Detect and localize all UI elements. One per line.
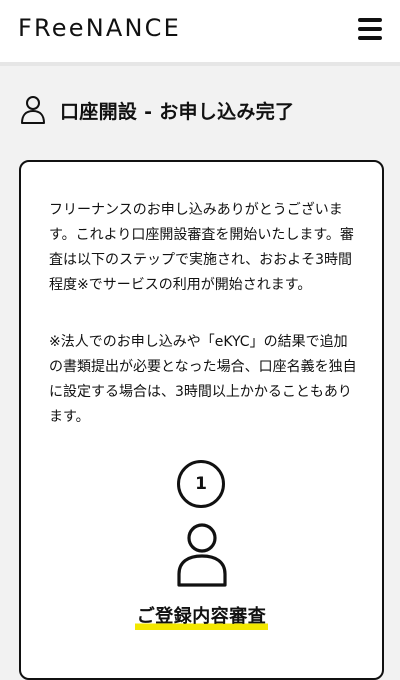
application-complete-card: フリーナンスのお申し込みありがとうございます。これより口座開設審査を開始いたしま… (19, 160, 384, 680)
menu-bar (358, 27, 382, 31)
page-title-row: 口座開設 - お申し込み完了 (20, 92, 294, 128)
app-header: FReeNANCE (0, 0, 400, 62)
person-icon (21, 96, 45, 124)
freenance-logo[interactable]: FReeNANCE (18, 14, 181, 42)
intro-text: フリーナンスのお申し込みありがとうございます。これより口座開設審査を開始いたしま… (49, 202, 354, 293)
menu-bar (358, 36, 382, 40)
header-divider (0, 62, 400, 66)
hamburger-menu-icon[interactable] (358, 18, 384, 42)
menu-bar (358, 18, 382, 22)
step-number-badge: 1 (177, 460, 225, 508)
person-icon (177, 523, 227, 587)
page-title: 口座開設 - お申し込み完了 (60, 100, 295, 123)
note-text: ※法人でのお申し込みや「eKYC」の結果で追加の書類提出が必要となった場合、口座… (49, 334, 357, 425)
step-label-wrap: ご登録内容審査 (21, 602, 382, 630)
step-label: ご登録内容審査 (134, 602, 269, 630)
